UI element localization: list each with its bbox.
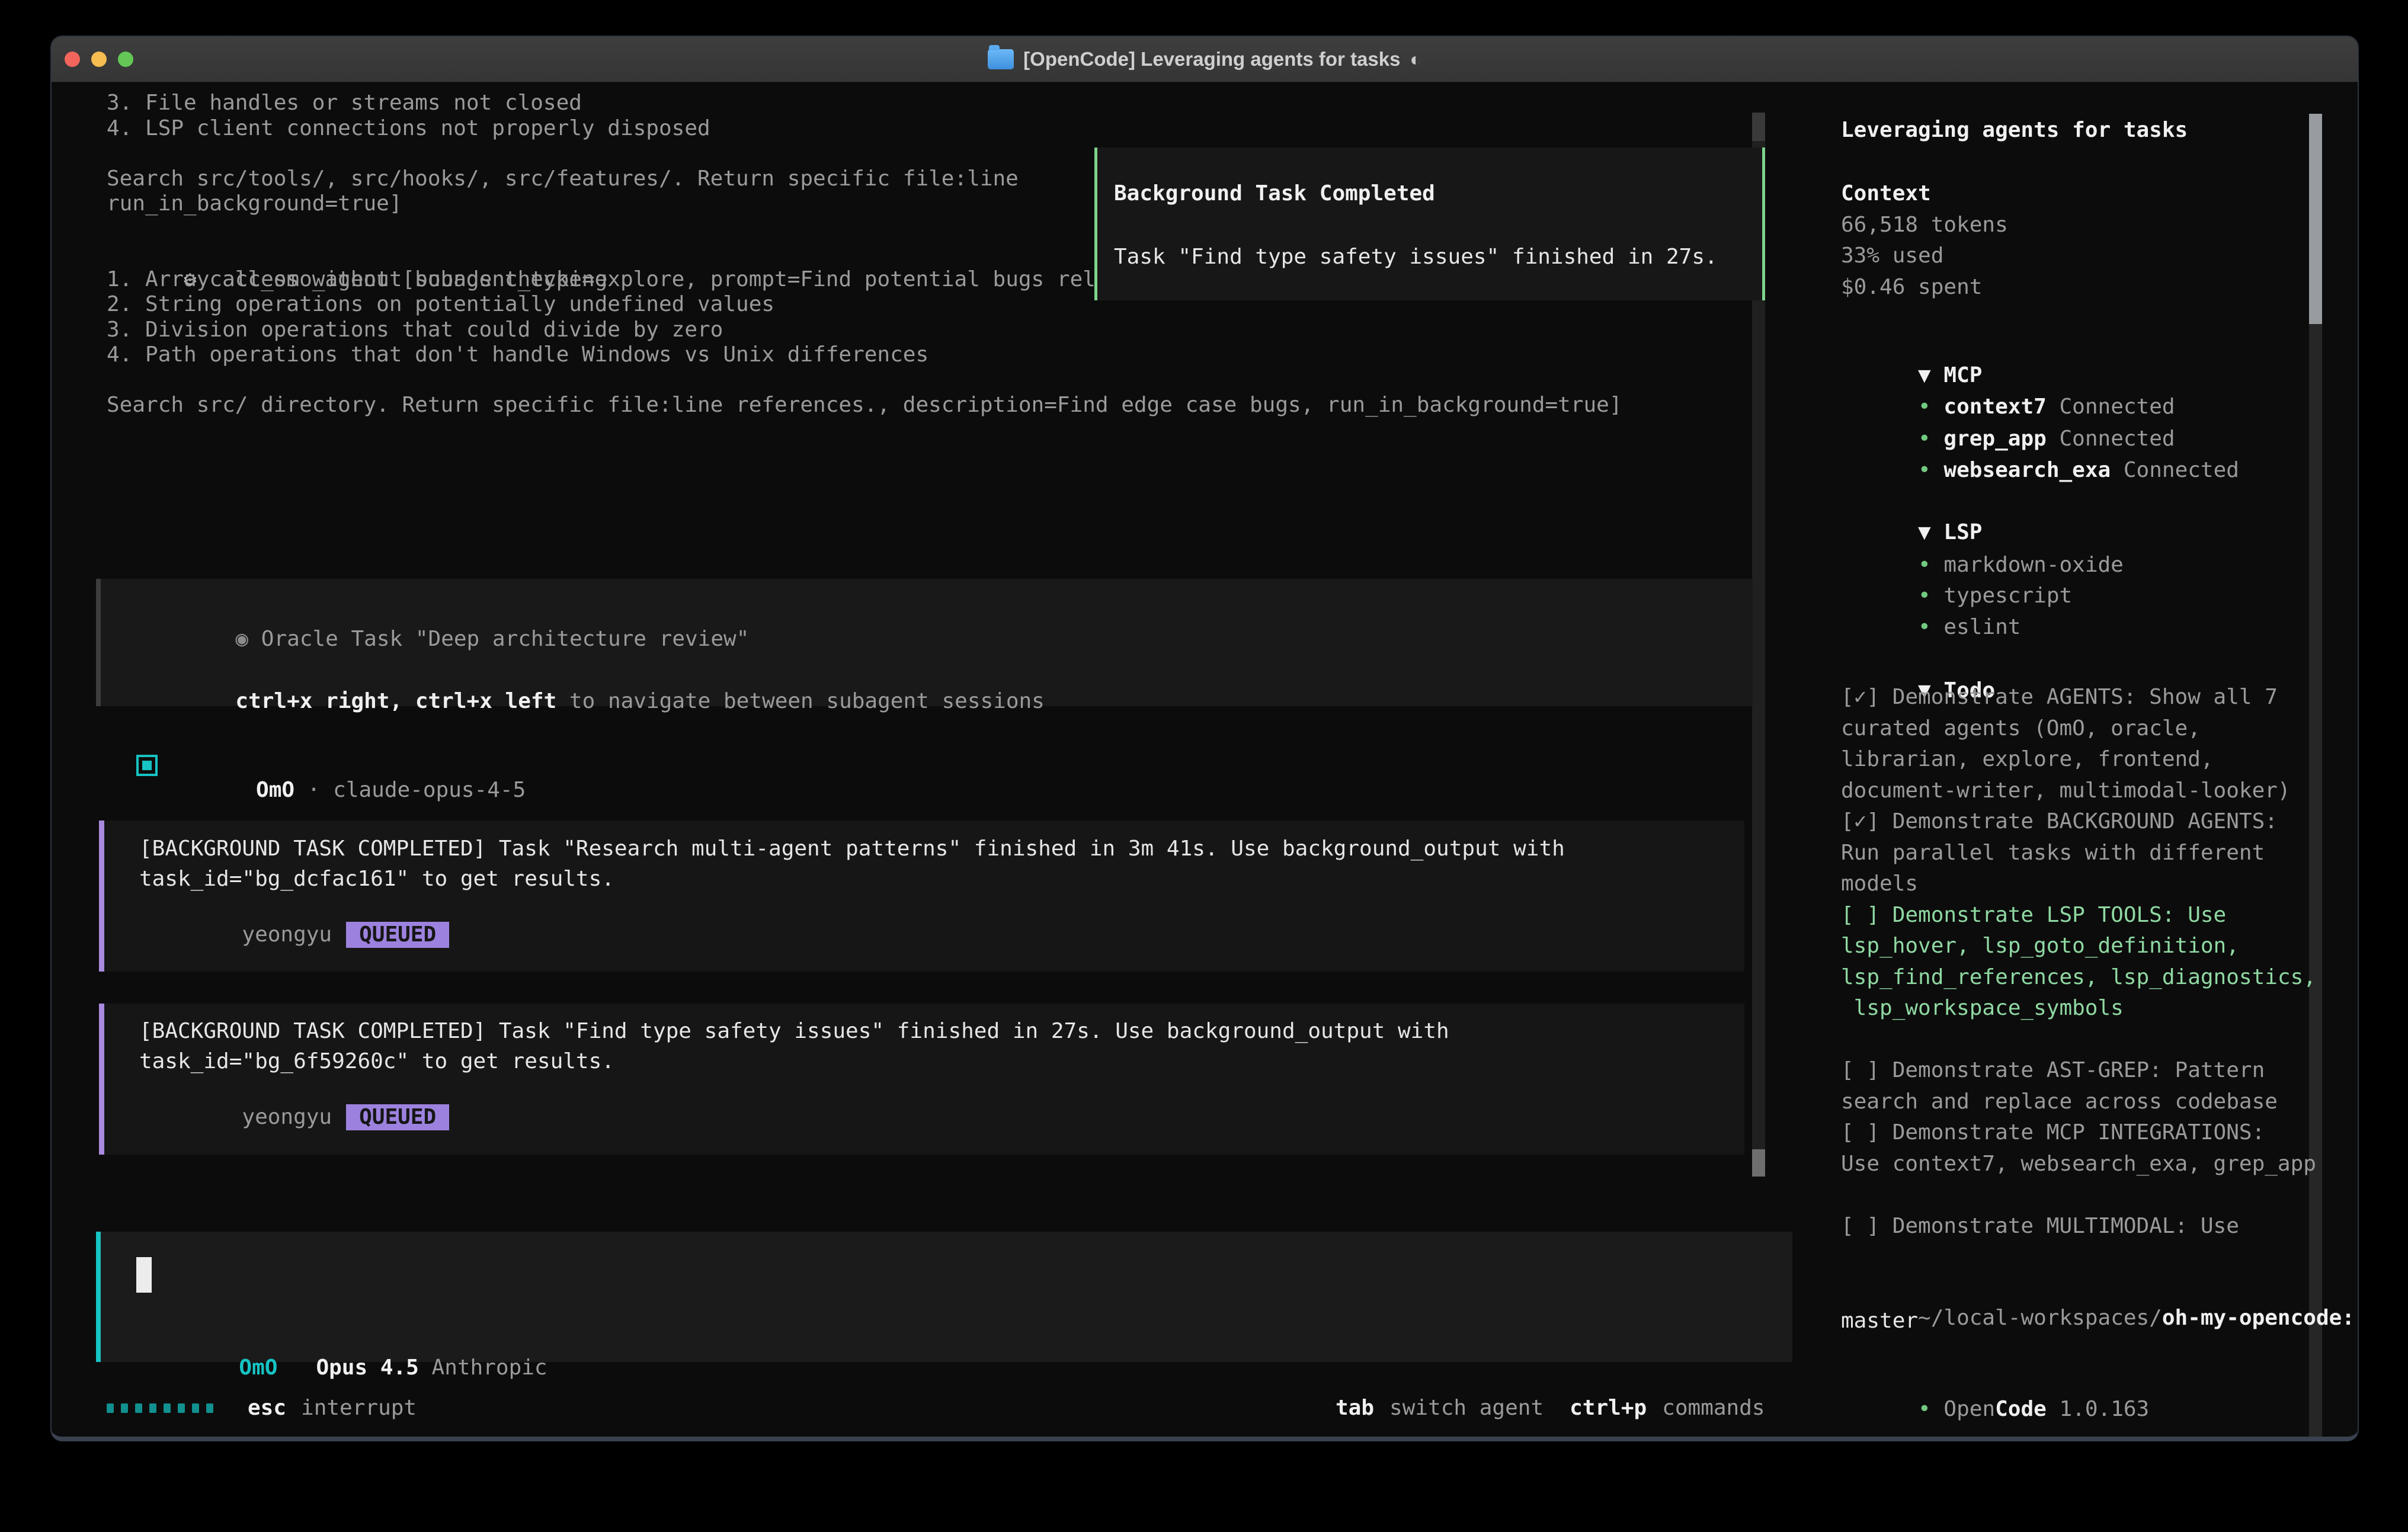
half-circle-icon: ◐ — [1410, 49, 1421, 70]
todo-line: models — [1841, 871, 1918, 896]
agent-model: claude-opus-4-5 — [333, 778, 526, 802]
separator-dot: · — [308, 778, 321, 802]
screen: [OpenCode] Leveraging agents for tasks ◐… — [0, 0, 2408, 1532]
terminal-line: run_in_background=true] — [107, 191, 402, 216]
oracle-task-hint: ctrl+x right, ctrl+x left to navigate be… — [133, 664, 1045, 739]
minimize-button[interactable] — [91, 52, 107, 67]
status-badge: QUEUED — [346, 922, 449, 948]
context-tokens: 66,518 tokens — [1841, 213, 2008, 238]
context-used: 33% used — [1841, 243, 1943, 268]
todo-line: search and replace across codebase — [1841, 1089, 2278, 1114]
todo-line-active: lsp_find_references, lsp_diagnostics, — [1841, 965, 2316, 990]
todo-line-active: lsp_workspace_symbols — [1841, 996, 2124, 1021]
status-badge: QUEUED — [346, 1104, 449, 1130]
terminal-line: 3. File handles or streams not closed — [107, 91, 582, 116]
agent-icon-fill — [142, 761, 152, 770]
folder-icon — [988, 49, 1014, 69]
statusbar-right: tab switch agent ctrl+p commands — [1336, 1396, 1765, 1421]
terminal-line: 1. Array access without bounds checking — [107, 267, 607, 292]
esc-key-hint: esc — [248, 1396, 286, 1421]
terminal-line: Search src/tools/, src/hooks/, src/featu… — [107, 166, 1019, 191]
task-message: [BACKGROUND TASK COMPLETED] Task "Find t… — [99, 1004, 1744, 1155]
ctrlp-key-label: commands — [1662, 1396, 1765, 1421]
close-button[interactable] — [65, 52, 80, 67]
context-spent: $0.46 spent — [1841, 275, 1982, 300]
todo-line: [✓] Demonstrate AGENTS: Show all 7 — [1841, 685, 2278, 710]
agent-name: OmO — [256, 778, 294, 802]
shortcut-hint: to navigate between subagent sessions — [556, 689, 1045, 713]
model-indicator: OmO Opus 4.5 Anthropic — [136, 1331, 547, 1405]
text-cursor — [136, 1257, 152, 1293]
todo-line: curated agents (OmO, oracle, — [1841, 716, 2201, 741]
esc-key-label: interrupt — [301, 1396, 417, 1421]
tab-key-hint: tab — [1336, 1396, 1374, 1421]
workspace-branch: master — [1841, 1309, 1918, 1334]
task-message-line2: task_id="bg_6f59260c" to get results. — [139, 1049, 614, 1074]
terminal-line: 4. Path operations that don't handle Win… — [107, 342, 928, 367]
sidebar-session-title: Leveraging agents for tasks — [1841, 118, 2188, 143]
status-dot-icon: • — [1918, 1397, 1931, 1421]
todo-line-active: lsp_hover, lsp_goto_definition, — [1841, 934, 2239, 959]
window-title-group: [OpenCode] Leveraging agents for tasks ◐ — [988, 48, 1421, 70]
agent-icon — [136, 755, 158, 776]
task-message-line2: task_id="bg_dcfac161" to get results. — [139, 867, 614, 892]
terminal-line: 3. Division operations that could divide… — [107, 318, 723, 342]
traffic-lights — [65, 37, 133, 82]
main-scrollbar-thumb-bottom[interactable] — [1752, 1149, 1765, 1177]
record-icon: ◉ — [235, 627, 248, 651]
status-dot-icon: • — [1918, 458, 1931, 482]
activity-dots — [107, 1403, 213, 1413]
prompt-input[interactable]: OmO Opus 4.5 Anthropic — [96, 1232, 1792, 1362]
sidebar-scrollbar-thumb[interactable] — [2309, 114, 2322, 324]
opencode-version: • OpenCode 1.0.163 — [1841, 1372, 2149, 1441]
terminal-line: Search src/ directory. Return specific f… — [107, 393, 1622, 418]
todo-line: [✓] Demonstrate BACKGROUND AGENTS: — [1841, 809, 2278, 834]
shortcut-keys: ctrl+x right, ctrl+x left — [235, 689, 556, 713]
input-model-name: Opus 4.5 — [316, 1355, 418, 1380]
oracle-task-box: ◉ Oracle Task "Deep architecture review"… — [96, 579, 1753, 706]
main-scrollbar-thumb-top[interactable] — [1752, 113, 1765, 141]
status-dot-icon: • — [1918, 615, 1931, 639]
titlebar: [OpenCode] Leveraging agents for tasks ◐ — [52, 37, 2358, 82]
todo-line: Run parallel tasks with different — [1841, 841, 2265, 866]
notification-body: Task "Find type safety issues" finished … — [1114, 245, 1718, 270]
task-user: yeongyu — [242, 922, 332, 947]
task-message: [BACKGROUND TASK COMPLETED] Task "Resear… — [99, 821, 1744, 972]
terminal-window: [OpenCode] Leveraging agents for tasks ◐… — [50, 36, 2359, 1441]
task-user: yeongyu — [242, 1105, 332, 1129]
terminal-line: 4. LSP client connections not properly d… — [107, 116, 710, 141]
notification-toast: Background Task Completed Task "Find typ… — [1094, 148, 1765, 300]
maximize-button[interactable] — [118, 52, 133, 67]
input-agent-name: OmO — [239, 1355, 277, 1380]
todo-line: Use context7, websearch_exa, grep_app — [1841, 1152, 2316, 1177]
todo-line: [ ] Demonstrate AST-GREP: Pattern — [1841, 1058, 2265, 1083]
todo-line: [ ] Demonstrate MCP INTEGRATIONS: — [1841, 1120, 2265, 1145]
input-provider-name: Anthropic — [432, 1355, 547, 1380]
task-message-meta: yeongyu QUEUED — [139, 1079, 449, 1155]
notification-title: Background Task Completed — [1114, 181, 1435, 206]
task-message-line1: [BACKGROUND TASK COMPLETED] Task "Resear… — [139, 836, 1565, 861]
statusbar-left: esc interrupt — [107, 1396, 417, 1421]
context-heading: Context — [1841, 181, 1931, 206]
task-message-line1: [BACKGROUND TASK COMPLETED] Task "Find t… — [139, 1019, 1449, 1044]
terminal-line: 2. String operations on potentially unde… — [107, 292, 774, 317]
todo-line: document-writer, multimodal-looker) — [1841, 778, 2291, 803]
agent-header: OmO · claude-opus-4-5 — [179, 753, 526, 828]
task-message-meta: yeongyu QUEUED — [139, 897, 449, 973]
todo-line-active: [ ] Demonstrate LSP TOOLS: Use — [1841, 903, 2226, 928]
tab-key-label: switch agent — [1389, 1396, 1544, 1421]
todo-line: [ ] Demonstrate MULTIMODAL: Use — [1841, 1214, 2239, 1239]
todo-line: librarian, explore, frontend, — [1841, 747, 2214, 772]
window-title: [OpenCode] Leveraging agents for tasks — [1023, 48, 1400, 70]
ctrlp-key-hint: ctrl+p — [1570, 1396, 1647, 1421]
